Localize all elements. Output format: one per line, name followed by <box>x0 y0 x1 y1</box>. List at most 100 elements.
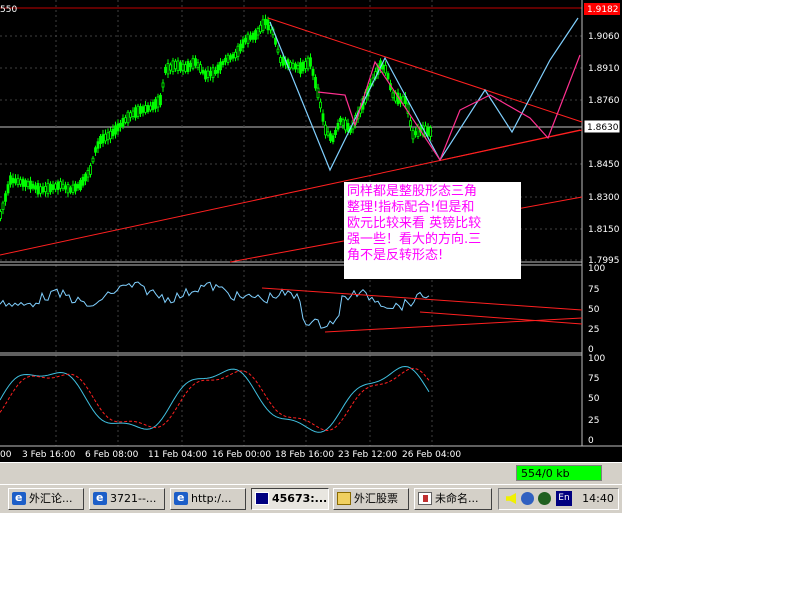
candle-body <box>201 69 205 74</box>
taskbar-item-label: http:/... <box>191 492 232 505</box>
candle-body <box>231 53 235 59</box>
price-tick-label: 1.8760 <box>588 96 620 106</box>
candle-body <box>206 70 210 78</box>
taskbar-item-chart[interactable]: 45673:... <box>251 488 329 510</box>
candle-body <box>136 105 140 117</box>
paint-icon <box>418 492 432 505</box>
candle-body <box>64 185 67 190</box>
candle-body <box>11 177 15 184</box>
candle-body <box>414 131 417 136</box>
time-tick-label: 11 Feb 04:00 <box>148 450 207 460</box>
candle-body <box>229 55 232 60</box>
taskbar-item-3721[interactable]: 3721--... <box>89 488 165 510</box>
candle-body <box>306 57 310 70</box>
chart-background <box>0 0 622 462</box>
candle-body <box>76 184 80 189</box>
taskbar-item-label: 外汇股票 <box>354 492 398 505</box>
network-icon[interactable] <box>521 492 534 505</box>
rsi-tick-label: 50 <box>588 305 600 315</box>
candle-body <box>409 120 412 127</box>
taskbar-item-folder[interactable]: 外汇股票 <box>333 488 409 510</box>
annotation-line: 强一些！看大的方向.三 <box>347 232 482 247</box>
candle-body <box>259 24 262 33</box>
candle-body <box>36 183 40 195</box>
chart-canvas[interactable]: 1.90601.89101.87601.84501.83001.81501.79… <box>0 0 622 462</box>
language-indicator[interactable]: En <box>556 491 572 506</box>
candle-body <box>246 33 250 44</box>
candle-body <box>326 131 330 136</box>
taskbar-item-forum[interactable]: 外汇论... <box>8 488 84 510</box>
candle-body <box>334 130 337 135</box>
candle-body <box>189 62 192 68</box>
candle-body <box>26 181 30 188</box>
candle-body <box>261 19 265 32</box>
candle-body <box>346 123 350 132</box>
candle-body <box>99 135 102 145</box>
candle-body <box>156 96 160 108</box>
candle-body <box>249 35 252 40</box>
candle-body <box>96 141 100 149</box>
candle-body <box>209 70 212 77</box>
price-tick-label: 1.8150 <box>588 225 620 235</box>
price-tick-label: 1.8450 <box>588 160 620 170</box>
candle-body <box>0 211 2 219</box>
chart-icon <box>255 492 269 505</box>
candle-body <box>171 60 175 72</box>
time-tick-label: 3 Feb 16:00 <box>22 450 76 460</box>
candle-body <box>21 178 25 187</box>
candle-body <box>109 130 112 140</box>
ie-icon <box>12 489 26 508</box>
time-tick-label: 6 Feb 08:00 <box>85 450 139 460</box>
candle-body <box>324 124 327 136</box>
candle-body <box>4 193 7 202</box>
candle-body <box>236 45 240 57</box>
candle-body <box>169 64 172 71</box>
candle-body <box>16 177 20 186</box>
candle-body <box>54 183 57 190</box>
candle-body <box>304 61 307 69</box>
taskbar-item-label: 3721--... <box>110 492 157 505</box>
candle-body <box>234 51 237 59</box>
price-tick-label: 1.8910 <box>588 64 620 74</box>
candle-body <box>319 101 322 109</box>
candle-body <box>71 184 75 193</box>
candle-body <box>314 76 317 89</box>
candle-body <box>114 125 117 135</box>
candle-body <box>281 56 285 66</box>
candle-body <box>149 105 152 111</box>
candle-body <box>339 117 342 123</box>
candle-body <box>144 105 147 113</box>
taskbar-item-paint[interactable]: 未命名... <box>414 488 492 510</box>
candle-body <box>316 87 320 99</box>
candle-body <box>221 61 225 65</box>
candle-body <box>254 30 257 40</box>
taskbar-item-http[interactable]: http:/... <box>170 488 246 510</box>
time-tick-label: 18 Feb 16:00 <box>275 450 334 460</box>
annotation-line: 角不是反转形态! <box>347 248 444 263</box>
candle-body <box>111 128 115 137</box>
candle-body <box>239 43 242 52</box>
tray-app-icon[interactable] <box>538 492 551 505</box>
candle-body <box>39 186 42 194</box>
candle-body <box>256 28 260 36</box>
candle-body <box>391 92 395 99</box>
candle-body <box>411 130 415 140</box>
time-axis: 00 3 Feb 16:00 6 Feb 08:00 11 Feb 04:00 16 F… <box>0 450 461 460</box>
candle-body <box>84 173 87 182</box>
candle-body <box>241 39 245 49</box>
stoch-tick-label: 50 <box>588 394 600 404</box>
candle-body <box>386 73 390 80</box>
candle-body <box>329 133 332 141</box>
candle-body <box>344 119 347 131</box>
candle-body <box>176 60 180 71</box>
candle-body <box>294 63 297 70</box>
annotation-line: 整理!指标配合!但是和 <box>347 200 475 215</box>
candle-body <box>381 64 385 70</box>
candle-body <box>119 122 122 128</box>
candle-body <box>264 18 267 26</box>
folder-icon <box>337 492 351 505</box>
stoch-tick-label: 0 <box>588 436 594 446</box>
candle-body <box>24 180 27 187</box>
clock[interactable]: 14:40 <box>580 489 616 509</box>
time-tick-label: 00 <box>0 450 12 460</box>
